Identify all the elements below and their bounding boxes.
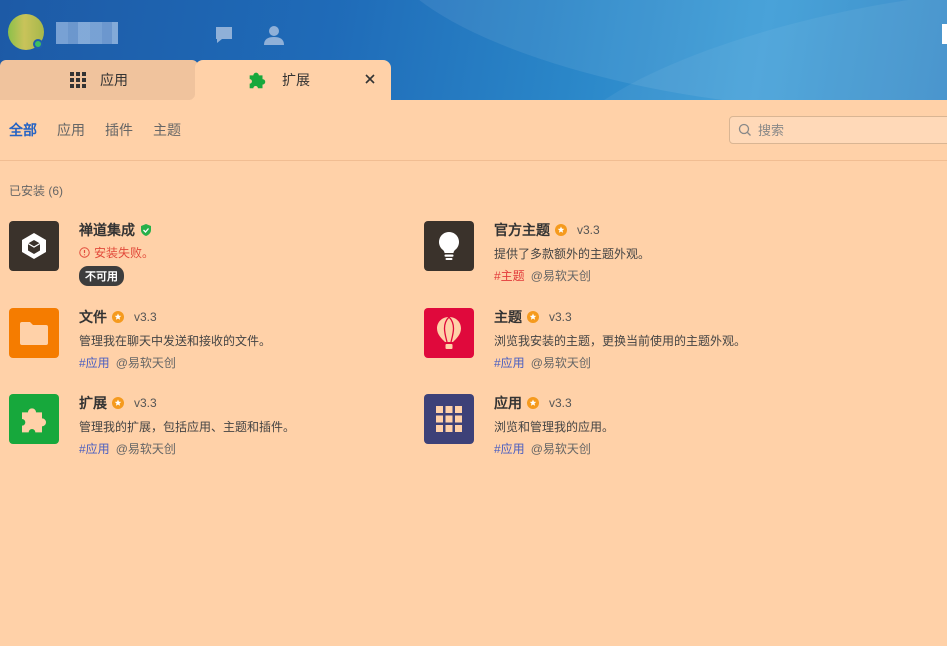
official-star-icon xyxy=(112,397,124,409)
extension-tag[interactable]: #应用 xyxy=(79,442,110,456)
extension-tag[interactable]: #应用 xyxy=(494,356,525,370)
search-icon xyxy=(738,123,751,136)
extension-description: 管理我的扩展，包括应用、主题和插件。 xyxy=(79,420,296,434)
tab-extensions[interactable]: 扩展 xyxy=(189,60,391,100)
puzzle-icon xyxy=(249,72,266,89)
filter-plugins[interactable]: 插件 xyxy=(105,120,133,140)
username-blurred xyxy=(56,22,118,44)
filter-all[interactable]: 全部 xyxy=(9,120,37,140)
official-star-icon xyxy=(527,397,539,409)
online-status-dot xyxy=(33,39,43,49)
extension-error-text: 安装失败。 xyxy=(94,246,155,260)
extension-author: @易软天创 xyxy=(530,356,591,370)
tab-apps-label: 应用 xyxy=(100,72,128,88)
search-box[interactable] xyxy=(729,116,947,144)
extension-logo xyxy=(9,394,59,444)
extension-name: 应用 xyxy=(494,395,522,411)
extension-logo xyxy=(424,394,474,444)
extension-version: v3.3 xyxy=(577,223,600,237)
window-edge-icon[interactable] xyxy=(942,24,947,44)
extension-name: 主题 xyxy=(494,309,522,325)
extension-description: 提供了多款额外的主题外观。 xyxy=(494,247,651,261)
filter-themes[interactable]: 主题 xyxy=(153,120,181,140)
extension-logo xyxy=(9,221,59,271)
extension-item[interactable]: 应用 v3.3 浏览和管理我的应用。 #应用 @易软天创 xyxy=(424,394,824,464)
extension-version: v3.3 xyxy=(549,310,572,324)
extension-name: 官方主题 xyxy=(494,222,550,238)
extension-author: @易软天创 xyxy=(530,269,591,283)
extension-error: 安装失败。 xyxy=(79,244,409,261)
extension-item[interactable]: 官方主题 v3.3 提供了多款额外的主题外观。 #主题 @易软天创 xyxy=(424,221,824,291)
folder-icon xyxy=(20,322,48,345)
filter-apps[interactable]: 应用 xyxy=(57,120,85,140)
extension-item[interactable]: 扩展 v3.3 管理我的扩展，包括应用、主题和插件。 #应用 @易软天创 xyxy=(9,394,409,464)
official-star-icon xyxy=(112,311,124,323)
extension-name: 禅道集成 xyxy=(79,222,135,238)
cube-icon xyxy=(22,233,46,259)
extension-description: 浏览和管理我的应用。 xyxy=(494,420,615,434)
extension-name: 扩展 xyxy=(79,395,107,411)
extension-logo xyxy=(424,308,474,358)
filter-bar: 全部 应用 插件 主题 xyxy=(9,120,181,140)
status-badge: 不可用 xyxy=(79,266,124,286)
tab-extensions-label: 扩展 xyxy=(282,72,310,88)
official-star-icon xyxy=(527,311,539,323)
extension-tag[interactable]: #应用 xyxy=(494,442,525,456)
extension-version: v3.3 xyxy=(549,396,572,410)
extension-item[interactable]: 禅道集成 安装失败。 不可用 xyxy=(9,221,409,291)
extension-author: @易软天创 xyxy=(115,442,176,456)
extension-author: @易软天创 xyxy=(530,442,591,456)
extension-author: @易软天创 xyxy=(115,356,176,370)
verified-shield-icon xyxy=(141,224,151,236)
section-title-installed: 已安装 (6) xyxy=(9,184,64,198)
divider xyxy=(0,160,947,161)
extension-item[interactable]: 文件 v3.3 管理我在聊天中发送和接收的文件。 #应用 @易软天创 xyxy=(9,308,409,378)
extension-description: 浏览我安装的主题，更换当前使用的主题外观。 xyxy=(494,334,747,348)
grid-icon xyxy=(436,406,462,432)
puzzle-icon xyxy=(22,408,46,433)
official-star-icon xyxy=(555,224,567,236)
extension-logo xyxy=(9,308,59,358)
avatar[interactable] xyxy=(8,14,44,50)
extension-tag[interactable]: #应用 xyxy=(79,356,110,370)
extension-item[interactable]: 主题 v3.3 浏览我安装的主题，更换当前使用的主题外观。 #应用 @易软天创 xyxy=(424,308,824,378)
extension-version: v3.3 xyxy=(134,310,157,324)
lightbulb-icon xyxy=(439,232,459,260)
warning-circle-icon xyxy=(79,247,90,258)
extension-logo xyxy=(424,221,474,271)
tab-apps[interactable]: 应用 xyxy=(0,60,198,100)
extension-version: v3.3 xyxy=(134,396,157,410)
user-icon[interactable] xyxy=(263,24,285,46)
close-icon[interactable] xyxy=(363,72,377,86)
extension-name: 文件 xyxy=(79,309,107,325)
grid-icon xyxy=(70,72,86,88)
extension-description: 管理我在聊天中发送和接收的文件。 xyxy=(79,334,272,348)
search-input[interactable] xyxy=(758,122,938,138)
hot-air-balloon-icon xyxy=(437,316,461,349)
chat-icon[interactable] xyxy=(213,24,235,46)
extension-tag[interactable]: #主题 xyxy=(494,269,525,283)
